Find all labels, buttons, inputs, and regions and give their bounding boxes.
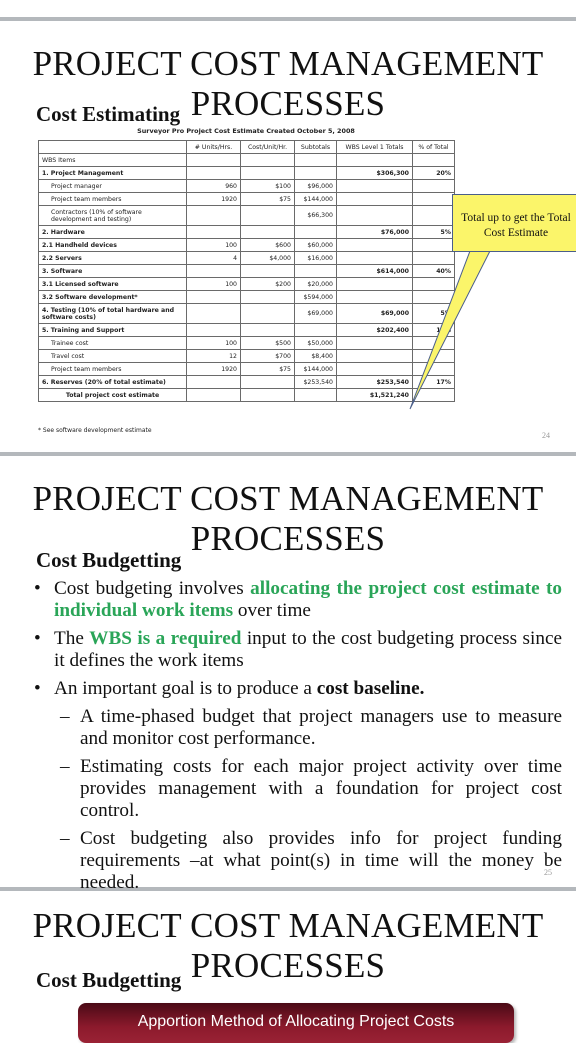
bullet-item: • An important goal is to produce a cost … xyxy=(34,678,562,700)
bullet-item: • The WBS is a required input to the cost… xyxy=(34,628,562,672)
dash-icon: – xyxy=(60,828,70,849)
bullet-emphasis: cost baseline. xyxy=(316,678,425,699)
bullet-text: over time xyxy=(233,600,311,621)
sub-bullet-text: A time-phased budget that project manage… xyxy=(80,706,562,749)
sub-bullet-text: Cost budgeting also provides info for pr… xyxy=(80,828,562,893)
sub-bullet-item: – Cost budgeting also provides info for p… xyxy=(34,828,562,894)
callout-line1: Total up to get the Total xyxy=(461,212,571,224)
bullet-list: • Cost budgeting involves allocating the … xyxy=(34,578,562,900)
sub-bullet-text: Estimating costs for each major project … xyxy=(80,756,562,821)
slide-subheading: Cost Budgetting xyxy=(36,968,182,992)
dash-icon: – xyxy=(60,706,70,727)
bullet-icon: • xyxy=(34,678,41,699)
bullet-emphasis: WBS is a required xyxy=(89,628,242,649)
bullet-text: Cost budgeting involves xyxy=(54,578,251,599)
bullet-text: An important goal is to produce a xyxy=(54,678,317,699)
slide-title-line1: PROJECT COST MANAGEMENT xyxy=(32,479,544,518)
bullet-item: • Cost budgeting involves allocating the … xyxy=(34,578,562,622)
bullet-icon: • xyxy=(34,578,41,599)
callout-line2: Cost Estimate xyxy=(483,227,549,239)
page-number: 24 xyxy=(542,431,550,440)
bullet-icon: • xyxy=(34,628,41,649)
apportion-method-banner: Apportion Method of Allocating Project C… xyxy=(78,1003,514,1043)
page-number: 25 xyxy=(544,868,552,877)
dash-icon: – xyxy=(60,756,70,777)
bullet-text: The xyxy=(54,628,90,649)
slide-title-line1: PROJECT COST MANAGEMENT xyxy=(32,906,544,945)
slide-subheading: Cost Budgetting xyxy=(36,548,182,572)
callout-note: Total up to get the Total Cost Estimate xyxy=(452,194,576,252)
sub-bullet-item: – A time-phased budget that project manag… xyxy=(34,706,562,750)
sub-bullet-item: – Estimating costs for each major project… xyxy=(34,756,562,822)
